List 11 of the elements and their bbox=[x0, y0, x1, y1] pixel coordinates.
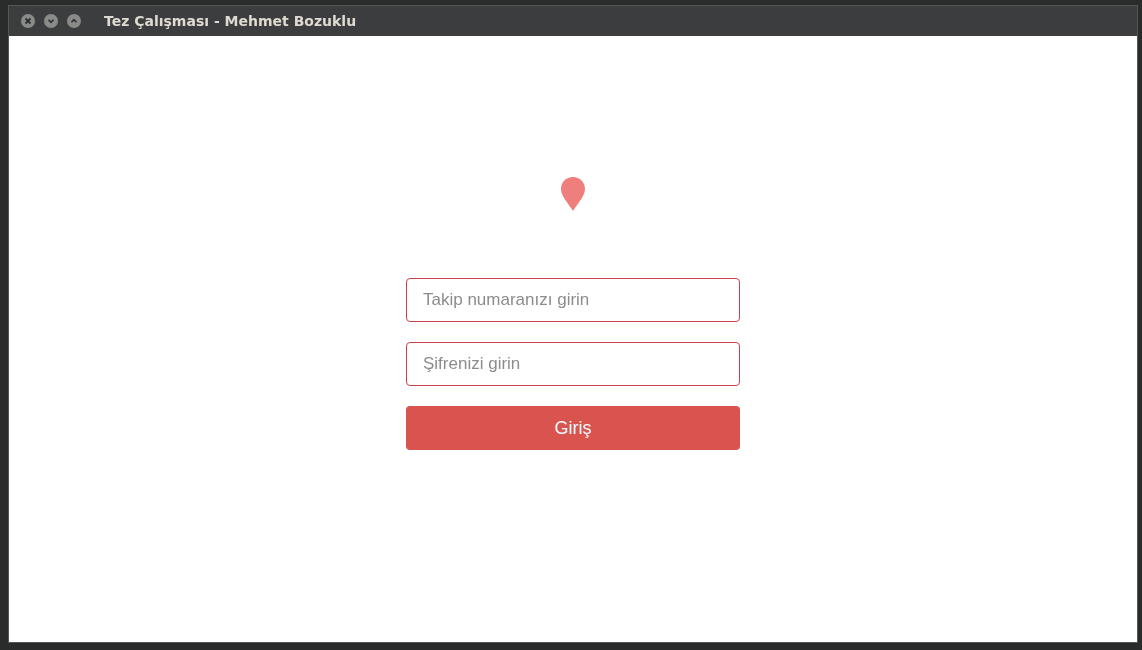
chevron-up-icon bbox=[70, 17, 78, 25]
login-button[interactable]: Giriş bbox=[406, 406, 740, 450]
close-button[interactable] bbox=[21, 14, 35, 28]
close-icon bbox=[24, 17, 32, 25]
map-pin-icon bbox=[560, 176, 586, 212]
window-title: Tez Çalışması - Mehmet Bozuklu bbox=[104, 13, 357, 29]
password-field[interactable]: Şifrenizi girin bbox=[406, 342, 740, 386]
maximize-button[interactable] bbox=[67, 14, 81, 28]
tracking-number-field[interactable]: Takip numaranızı girin bbox=[406, 278, 740, 322]
chevron-down-icon bbox=[47, 17, 55, 25]
minimize-button[interactable] bbox=[44, 14, 58, 28]
